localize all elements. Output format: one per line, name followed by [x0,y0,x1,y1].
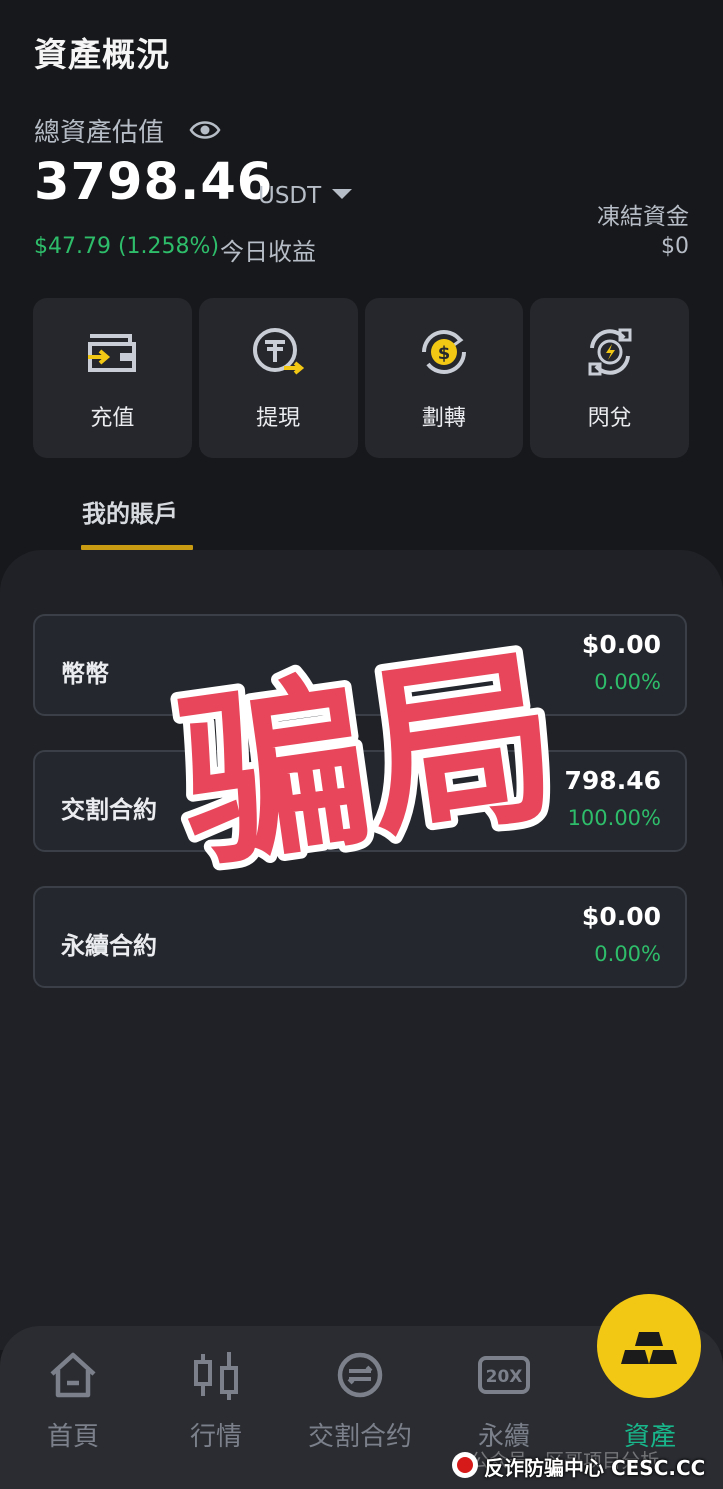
nav-label: 首頁 [46,1422,99,1452]
watermark-main: 反诈防骗中心 CESC.CC [484,1456,706,1480]
home-icon [50,1352,96,1398]
candlestick-icon [194,1352,238,1400]
account-name: 交割合約 [61,796,157,824]
scam-stamp-overlay: 骗局 [160,619,577,902]
nav-perpetual[interactable]: 20X 永續 [434,1348,574,1453]
withdraw-label: 提現 [256,406,301,431]
withdraw-tether-icon [253,328,305,375]
deposit-label: 充值 [90,406,135,431]
svg-text:$: $ [438,343,451,364]
today-pnl-label: 今日收益 [220,238,316,266]
nav-label: 行情 [189,1422,242,1452]
flash-swap-button[interactable]: 閃兌 [530,298,689,458]
account-name: 永續合約 [61,932,157,960]
withdraw-button[interactable]: 提現 [198,298,358,458]
account-amount: $0.00 [581,902,661,931]
svg-text:20X: 20X [486,1367,523,1387]
transfer-dollar-icon: $ [421,330,466,374]
transfer-button[interactable]: $ 劃轉 [364,298,524,458]
currency-unit[interactable]: USDT [258,183,321,209]
flash-swap-icon [588,328,632,376]
frozen-funds-label: 凍結資金 [597,204,689,230]
deposit-wallet-icon [88,334,137,372]
gold-bars-icon [621,1332,677,1364]
assets-fab-button[interactable] [597,1294,701,1398]
watermark-logo-dot [457,1457,473,1473]
account-percent: 0.00% [594,942,661,966]
today-pnl-value: $47.79 (1.258%) [34,234,220,259]
action-bar: 充值 提現 $ 劃轉 閃兌 [33,298,689,458]
contract-icon [337,1352,383,1398]
total-assets-label: 總資產估值 [34,118,165,148]
account-name: 幣幣 [61,660,109,688]
nav-home[interactable]: 首頁 [3,1348,143,1453]
total-assets-value: 3798.46 [34,153,274,212]
deposit-button[interactable]: 充值 [33,298,192,458]
account-amount: $0.00 [581,630,661,659]
frozen-funds-value: $0 [661,234,689,259]
nav-label: 交割合约 [307,1422,412,1452]
tab-my-accounts[interactable]: 我的賬戶 [82,494,178,529]
scam-stamp-text: 骗局 [167,626,570,895]
nav-delivery-contract[interactable]: 交割合约 [290,1348,430,1453]
eye-icon[interactable] [188,115,222,145]
nav-market[interactable]: 行情 [146,1348,286,1453]
20x-icon: 20X [478,1356,530,1394]
page-title: 資產概況 [34,35,170,74]
caret-down-icon[interactable] [332,189,352,199]
flash-swap-label: 閃兌 [587,406,632,431]
account-percent: 0.00% [594,670,661,694]
transfer-label: 劃轉 [421,406,466,431]
